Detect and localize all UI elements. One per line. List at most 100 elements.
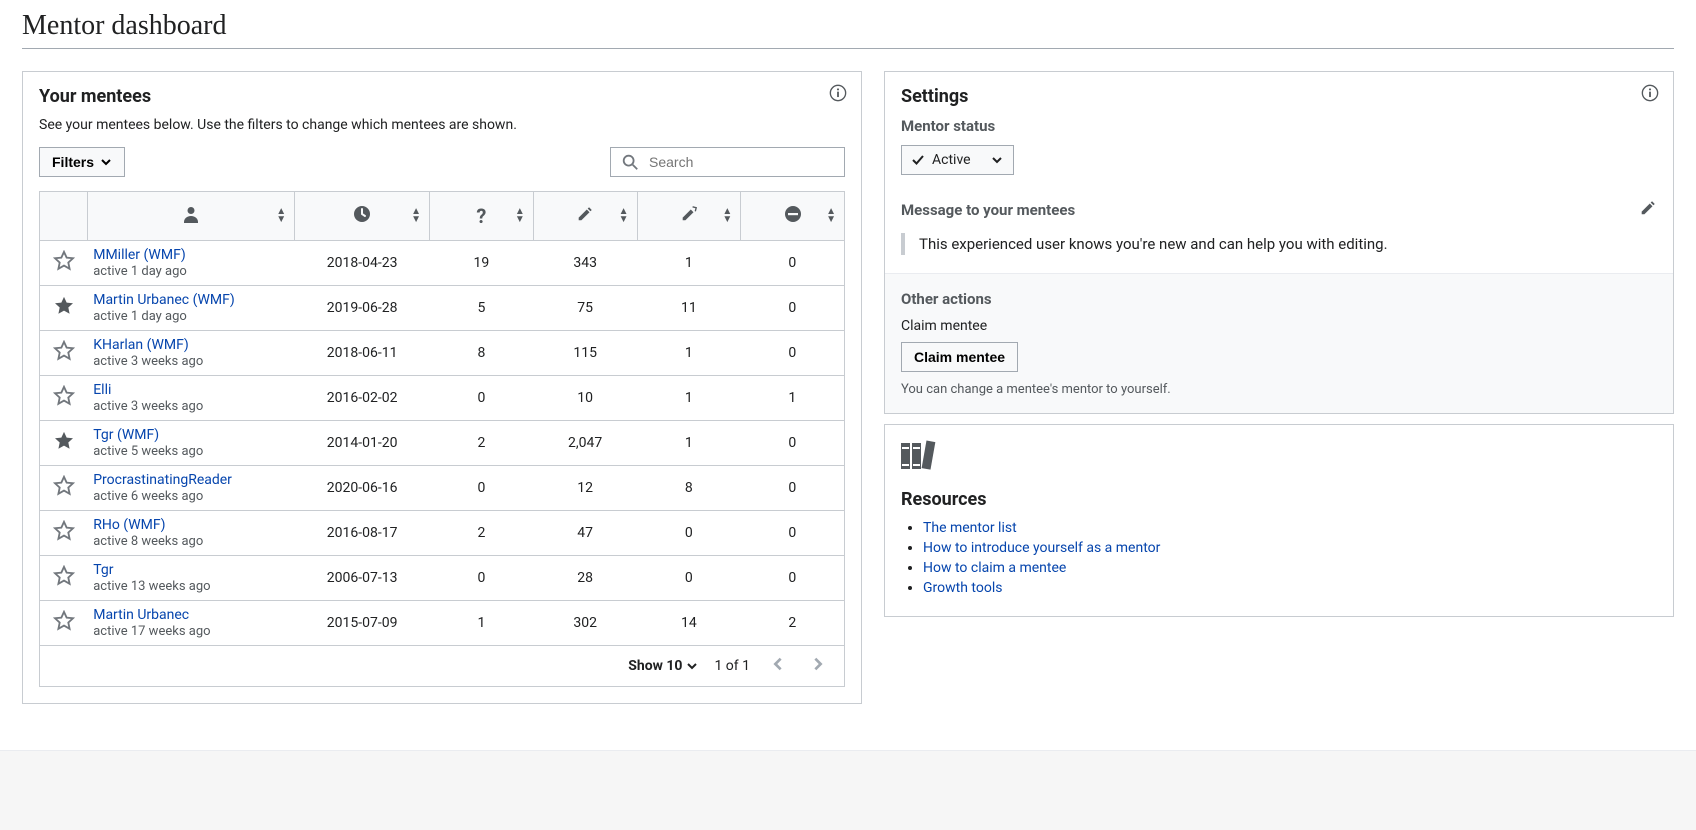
books-icon xyxy=(901,439,1657,475)
star-toggle[interactable] xyxy=(53,485,75,501)
table-row: Tgractive 13 weeks ago2006-07-1302800 xyxy=(40,556,845,601)
cell-questions: 0 xyxy=(430,556,534,601)
mentees-description: See your mentees below. Use the filters … xyxy=(39,117,845,133)
mentee-link[interactable]: MMiller (WMF) xyxy=(93,247,185,263)
cell-questions: 8 xyxy=(430,331,534,376)
show-rows-label: Show 10 xyxy=(628,658,682,674)
col-reverted[interactable]: ▲▼ xyxy=(637,192,741,241)
mentee-link[interactable]: RHo (WMF) xyxy=(93,517,165,533)
table-row: Martin Urbanec (WMF)active 1 day ago2019… xyxy=(40,286,845,331)
user-icon xyxy=(181,212,201,228)
star-toggle[interactable] xyxy=(53,575,75,591)
cell-questions: 5 xyxy=(430,286,534,331)
claim-label: Claim mentee xyxy=(901,318,1657,334)
mentee-link[interactable]: Martin Urbanec xyxy=(93,607,189,623)
mentee-active: active 3 weeks ago xyxy=(93,399,203,414)
cell-reverted: 1 xyxy=(637,376,741,421)
star-toggle[interactable] xyxy=(53,260,75,276)
cell-questions: 0 xyxy=(430,466,534,511)
mentee-link[interactable]: ProcrastinatingReader xyxy=(93,472,232,488)
mentee-link[interactable]: Martin Urbanec (WMF) xyxy=(93,292,235,308)
cell-blocks: 0 xyxy=(741,331,845,376)
claim-mentee-button[interactable]: Claim mentee xyxy=(901,342,1018,372)
sort-icon: ▲▼ xyxy=(411,208,421,224)
star-toggle[interactable] xyxy=(53,395,75,411)
mentees-module: Your mentees See your mentees below. Use… xyxy=(22,71,862,704)
cell-blocks: 0 xyxy=(741,511,845,556)
cell-edits: 302 xyxy=(533,601,637,646)
resources-module: Resources The mentor listHow to introduc… xyxy=(884,424,1674,617)
sort-icon: ▲▼ xyxy=(619,208,629,224)
star-toggle[interactable] xyxy=(53,305,75,321)
cell-joined: 2018-06-11 xyxy=(295,331,430,376)
search-icon xyxy=(621,153,639,171)
cell-reverted: 1 xyxy=(637,331,741,376)
col-star xyxy=(40,192,88,241)
cell-edits: 75 xyxy=(533,286,637,331)
col-questions[interactable]: ? ▲▼ xyxy=(430,192,534,241)
chevron-down-icon xyxy=(991,154,1003,166)
resource-link[interactable]: Growth tools xyxy=(923,580,1002,596)
question-icon: ? xyxy=(476,204,486,228)
cell-reverted: 14 xyxy=(637,601,741,646)
filters-button[interactable]: Filters xyxy=(39,147,125,177)
cell-reverted: 0 xyxy=(637,556,741,601)
mentee-link[interactable]: Elli xyxy=(93,382,111,398)
mentee-active: active 6 weeks ago xyxy=(93,489,203,504)
info-icon[interactable] xyxy=(829,84,847,102)
sort-icon: ▲▼ xyxy=(826,208,836,224)
mentee-link[interactable]: KHarlan (WMF) xyxy=(93,337,189,353)
cell-questions: 1 xyxy=(430,601,534,646)
cell-questions: 2 xyxy=(430,421,534,466)
search-box[interactable] xyxy=(610,147,845,177)
status-value: Active xyxy=(932,152,971,168)
sort-icon: ▲▼ xyxy=(722,208,732,224)
settings-module: Settings Mentor status Active Message to… xyxy=(884,71,1674,414)
cell-joined: 2006-07-13 xyxy=(295,556,430,601)
resource-link[interactable]: The mentor list xyxy=(923,520,1017,536)
mentee-link[interactable]: Tgr (WMF) xyxy=(93,427,159,443)
mentee-active: active 1 day ago xyxy=(93,264,187,279)
star-toggle[interactable] xyxy=(53,530,75,546)
mentee-active: active 8 weeks ago xyxy=(93,534,203,549)
cell-blocks: 0 xyxy=(741,466,845,511)
pencil-icon xyxy=(1639,199,1657,217)
cell-blocks: 0 xyxy=(741,421,845,466)
show-rows-button[interactable]: Show 10 xyxy=(628,658,698,674)
search-input[interactable] xyxy=(647,153,834,171)
cell-reverted: 1 xyxy=(637,241,741,286)
star-toggle[interactable] xyxy=(53,350,75,366)
table-row: Martin Urbanecactive 17 weeks ago2015-07… xyxy=(40,601,845,646)
chevron-down-icon xyxy=(100,156,112,168)
table-row: MMiller (WMF)active 1 day ago2018-04-231… xyxy=(40,241,845,286)
mentee-active: active 3 weeks ago xyxy=(93,354,203,369)
cell-questions: 2 xyxy=(430,511,534,556)
revert-pencil-icon xyxy=(680,211,698,227)
prev-page-button[interactable] xyxy=(766,656,790,676)
mentor-status-label: Mentor status xyxy=(901,117,1657,135)
list-item: Growth tools xyxy=(923,580,1657,596)
resource-link[interactable]: How to introduce yourself as a mentor xyxy=(923,540,1160,556)
mentee-link[interactable]: Tgr xyxy=(93,562,113,578)
table-row: KHarlan (WMF)active 3 weeks ago 2018-06-1… xyxy=(40,331,845,376)
info-icon[interactable] xyxy=(1641,84,1659,102)
cell-joined: 2019-06-28 xyxy=(295,286,430,331)
cell-questions: 0 xyxy=(430,376,534,421)
edit-message-button[interactable] xyxy=(1639,199,1657,221)
sort-icon: ▲▼ xyxy=(276,208,286,224)
mentor-status-select[interactable]: Active xyxy=(901,145,1014,175)
mentee-active: active 5 weeks ago xyxy=(93,444,203,459)
resource-link[interactable]: How to claim a mentee xyxy=(923,560,1066,576)
cell-blocks: 0 xyxy=(741,241,845,286)
col-blocks[interactable]: ▲▼ xyxy=(741,192,845,241)
star-toggle[interactable] xyxy=(53,620,75,636)
table-row: Tgr (WMF)active 5 weeks ago2014-01-2022,… xyxy=(40,421,845,466)
star-toggle[interactable] xyxy=(53,440,75,456)
mentees-table: ▲▼ ▲▼ ? ▲▼ xyxy=(39,191,845,646)
col-user[interactable]: ▲▼ xyxy=(87,192,294,241)
cell-edits: 12 xyxy=(533,466,637,511)
cell-reverted: 0 xyxy=(637,511,741,556)
col-joined[interactable]: ▲▼ xyxy=(295,192,430,241)
col-edits[interactable]: ▲▼ xyxy=(533,192,637,241)
next-page-button[interactable] xyxy=(806,656,830,676)
